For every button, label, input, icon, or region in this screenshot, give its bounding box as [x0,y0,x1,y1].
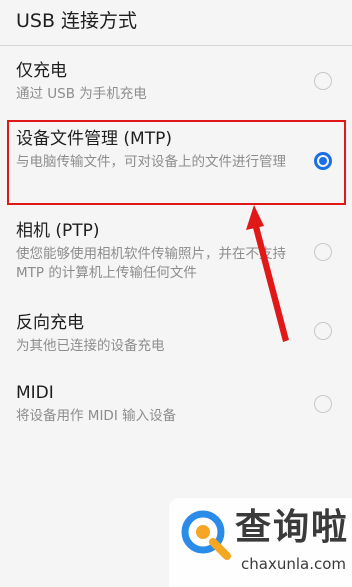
option-ptp[interactable]: 相机 (PTP) 使您能够使用相机软件传输照片，并在不支持 MTP 的计算机上传… [0,210,352,295]
option-description: 为其他已连接的设备充电 [16,338,165,354]
option-description: 使您能够使用相机软件传输照片，并在不支持 MTP 的计算机上传输任何文件 [16,246,286,281]
watermark-title: 查询啦 [235,507,350,548]
radio-button-ptp[interactable] [314,243,332,261]
option-title: 仅充电 [16,61,67,81]
option-title: MIDI [16,383,54,403]
option-description: 通过 USB 为手机充电 [16,86,147,102]
watermark-url: chaxunla.com [241,555,346,573]
option-reverse-charging[interactable]: 反向充电 为其他已连接的设备充电 [0,300,352,370]
watermark: 查询啦 chaxunla.com [169,498,352,587]
option-midi[interactable]: MIDI 将设备用作 MIDI 输入设备 [0,370,352,440]
option-mtp[interactable]: 设备文件管理 (MTP) 与电脑传输文件，可对设备上的文件进行管理 [0,120,352,205]
option-title: 设备文件管理 (MTP) [16,129,172,149]
title-divider [0,45,352,46]
option-charge-only[interactable]: 仅充电 通过 USB 为手机充电 [0,50,352,115]
radio-button-mtp[interactable] [314,152,332,170]
radio-button-midi[interactable] [314,395,332,413]
radio-button-charge-only[interactable] [314,72,332,90]
option-description: 与电脑传输文件，可对设备上的文件进行管理 [16,154,286,170]
radio-button-reverse-charging[interactable] [314,322,332,340]
option-title: 相机 (PTP) [16,221,100,241]
option-title: 反向充电 [16,313,84,333]
dialog-title: USB 连接方式 [16,10,138,32]
option-description: 将设备用作 MIDI 输入设备 [16,408,177,424]
q-magnifier-icon [181,510,231,560]
